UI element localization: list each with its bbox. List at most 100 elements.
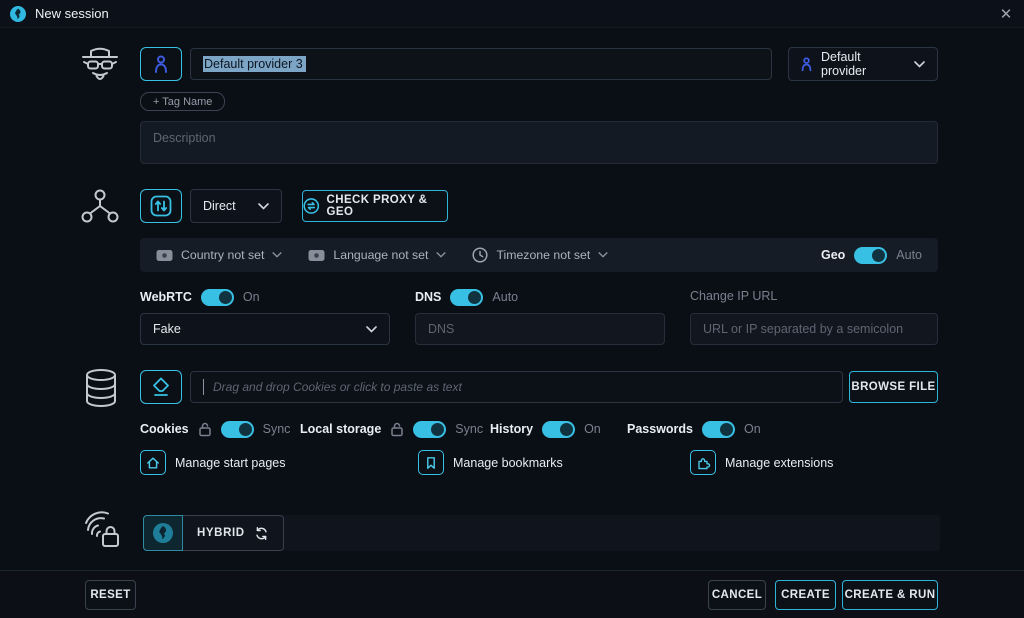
session-name-value: Default provider 3 xyxy=(203,56,306,72)
chevron-down-icon xyxy=(366,326,377,333)
cookies-label: Cookies xyxy=(140,422,189,436)
description-textarea[interactable] xyxy=(140,121,938,164)
country-dropdown[interactable]: Country not set xyxy=(156,247,282,264)
history-toggle[interactable] xyxy=(542,421,575,438)
chevron-down-icon xyxy=(258,203,269,210)
webrtc-mode-dropdown[interactable]: Fake xyxy=(140,313,390,345)
fingerprint-bar: HYBRID xyxy=(143,515,940,551)
passwords-toggle[interactable] xyxy=(702,421,735,438)
webrtc-mode-value: Fake xyxy=(153,322,357,336)
cancel-label: CANCEL xyxy=(712,589,762,601)
manage-start-pages-label: Manage start pages xyxy=(175,456,286,470)
manage-bookmarks-button[interactable]: Manage bookmarks xyxy=(418,450,563,475)
language-value: Language not set xyxy=(333,248,428,262)
eraser-icon xyxy=(150,376,172,398)
history-label: History xyxy=(490,422,533,436)
manage-extensions-button[interactable]: Manage extensions xyxy=(690,450,833,475)
timezone-dropdown[interactable]: Timezone not set xyxy=(472,247,608,263)
spy-icon xyxy=(78,44,122,84)
browse-file-button[interactable]: BROWSE FILE xyxy=(849,371,938,403)
app-logo-icon xyxy=(143,515,183,551)
chevron-down-icon xyxy=(914,61,925,68)
proxy-type-button[interactable] xyxy=(140,189,182,223)
local-storage-state: Sync xyxy=(455,422,483,436)
app-logo-icon xyxy=(10,6,26,22)
fingerprint-section-icon xyxy=(80,507,122,553)
cookies-toggle-group: Cookies Sync xyxy=(140,420,290,438)
person-icon xyxy=(154,55,168,74)
proxy-section-icon xyxy=(80,188,120,226)
browse-file-label: BROWSE FILE xyxy=(851,381,935,393)
flag-icon xyxy=(308,247,325,264)
proxy-mode-value: Direct xyxy=(203,199,249,213)
fingerprint-mode-button[interactable]: HYBRID xyxy=(143,515,284,551)
webrtc-toggle[interactable] xyxy=(201,289,234,306)
dns-toggle[interactable] xyxy=(450,289,483,306)
dns-input[interactable] xyxy=(415,313,665,345)
manage-start-pages-button[interactable]: Manage start pages xyxy=(140,450,286,475)
reset-button[interactable]: RESET xyxy=(85,580,136,610)
home-icon xyxy=(140,450,166,475)
webrtc-label: WebRTC xyxy=(140,290,192,304)
clear-cookies-button[interactable] xyxy=(140,370,182,404)
provider-dropdown[interactable]: Default provider xyxy=(788,47,938,81)
cancel-button[interactable]: CANCEL xyxy=(708,580,766,610)
bookmark-icon xyxy=(418,450,444,475)
database-icon xyxy=(82,367,120,409)
geo-settings-bar: Country not set Language not set Timezon… xyxy=(140,238,938,272)
dns-toggle-group: DNS Auto xyxy=(415,288,518,306)
chevron-down-icon xyxy=(436,252,446,258)
chevron-down-icon xyxy=(598,252,608,258)
refresh-icon xyxy=(254,526,269,541)
flag-icon xyxy=(156,247,173,264)
close-icon[interactable]: ✕ xyxy=(996,4,1016,24)
geo-label: Geo xyxy=(821,248,845,262)
create-label: CREATE xyxy=(781,589,830,601)
passwords-state: On xyxy=(744,422,761,436)
history-state: On xyxy=(584,422,601,436)
cookies-drop-field[interactable]: Drag and drop Cookies or click to paste … xyxy=(190,371,843,403)
chevron-down-icon xyxy=(272,252,282,258)
fingerprint-mode-label: HYBRID xyxy=(197,527,245,539)
add-tag-button[interactable]: + Tag Name xyxy=(140,92,225,111)
title-bar: New session ✕ xyxy=(0,0,1024,28)
create-button[interactable]: CREATE xyxy=(775,580,836,610)
change-ip-url-label: Change IP URL xyxy=(690,289,777,303)
local-storage-toggle-group: Local storage Sync xyxy=(300,420,483,438)
person-icon xyxy=(801,57,812,72)
manage-extensions-label: Manage extensions xyxy=(725,456,833,470)
proxy-mode-dropdown[interactable]: Direct xyxy=(190,189,282,223)
passwords-label: Passwords xyxy=(627,422,693,436)
language-dropdown[interactable]: Language not set xyxy=(308,247,446,264)
lock-icon xyxy=(390,421,404,437)
swap-horizontal-icon xyxy=(303,197,320,215)
text-caret xyxy=(203,379,204,395)
network-nodes-icon xyxy=(80,188,120,226)
local-storage-label: Local storage xyxy=(300,422,381,436)
create-and-run-button[interactable]: CREATE & RUN xyxy=(842,580,938,610)
history-toggle-group: History On xyxy=(490,420,601,438)
webrtc-state: On xyxy=(243,290,260,304)
footer-bar: RESET CANCEL CREATE CREATE & RUN xyxy=(0,570,1024,618)
session-name-input[interactable]: Default provider 3 xyxy=(190,48,772,80)
local-storage-toggle[interactable] xyxy=(413,421,446,438)
provider-dropdown-value: Default provider xyxy=(821,50,905,78)
cookies-state: Sync xyxy=(263,422,291,436)
add-tag-label: + Tag Name xyxy=(153,96,212,108)
dialog-title: New session xyxy=(35,6,109,21)
geo-state: Auto xyxy=(896,248,922,262)
profile-section-icon xyxy=(78,44,122,84)
dns-state: Auto xyxy=(492,290,518,304)
cookies-toggle[interactable] xyxy=(221,421,254,438)
create-and-run-label: CREATE & RUN xyxy=(845,589,936,601)
geo-toggle[interactable] xyxy=(854,247,887,264)
reset-label: RESET xyxy=(90,589,130,601)
lock-icon xyxy=(198,421,212,437)
check-proxy-button[interactable]: CHECK PROXY & GEO xyxy=(302,190,448,222)
passwords-toggle-group: Passwords On xyxy=(627,420,761,438)
cookies-placeholder: Drag and drop Cookies or click to paste … xyxy=(213,380,462,394)
profile-avatar-button[interactable] xyxy=(140,47,182,81)
change-ip-url-input[interactable] xyxy=(690,313,938,345)
swap-vertical-icon xyxy=(150,195,172,217)
new-session-dialog: New session ✕ Default provider 3 Default… xyxy=(0,0,1024,618)
